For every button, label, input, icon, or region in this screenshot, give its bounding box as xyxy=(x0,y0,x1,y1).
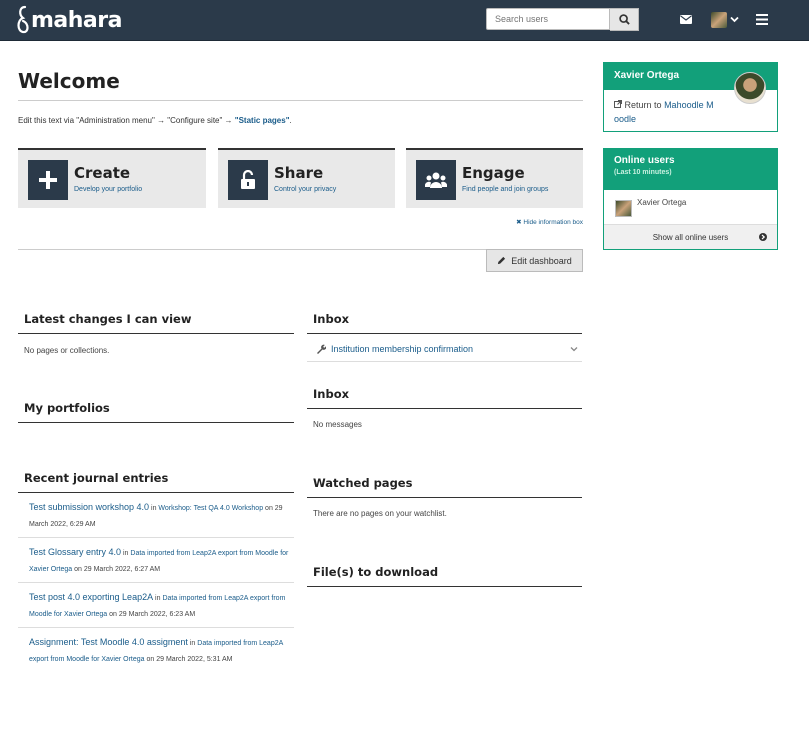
search-icon xyxy=(618,14,630,25)
inbox-item[interactable]: Institution membership confirmation xyxy=(316,342,578,356)
hamburger-icon xyxy=(756,13,768,25)
divider xyxy=(18,333,294,334)
divider xyxy=(18,627,294,628)
welcome-text-suffix: . xyxy=(289,116,292,125)
journal-entry: Test post 4.0 exporting Leap2A in Data i… xyxy=(29,589,291,623)
tile-subtitle: Develop your portfolio xyxy=(74,186,143,193)
search-button[interactable] xyxy=(610,8,639,31)
inbox-empty: No messages xyxy=(313,420,362,429)
mahara-logo[interactable]: mahara xyxy=(16,5,122,35)
user-menu-button[interactable] xyxy=(709,11,741,28)
welcome-text: Edit this text via "Administration menu"… xyxy=(18,116,292,125)
divider xyxy=(307,408,582,409)
return-prefix: Return to xyxy=(624,100,662,110)
journal-entry: Assignment: Test Moodle 4.0 assigment in… xyxy=(29,634,291,668)
arrow-circle-right-icon xyxy=(759,233,767,241)
online-users-box: Online users (Last 10 minutes) Xavier Or… xyxy=(603,148,778,250)
show-all-online-users-button[interactable]: Show all online users xyxy=(604,224,777,249)
online-users-header: Online users (Last 10 minutes) xyxy=(604,149,777,190)
divider xyxy=(307,497,582,498)
journal-entry-title[interactable]: Test submission workshop 4.0 xyxy=(29,502,149,512)
hide-information-box-link[interactable]: ✖ Hide information box xyxy=(516,218,583,226)
journal-entry-in: in xyxy=(151,505,157,512)
journal-entry-date: on 29 March 2022, 6:23 AM xyxy=(109,611,196,618)
online-user-avatar[interactable] xyxy=(615,200,632,217)
chevron-down-icon xyxy=(730,16,739,23)
return-link-block: Return to Mahoodle M oodle xyxy=(614,98,714,126)
online-user-name[interactable]: Xavier Ortega xyxy=(637,198,686,207)
page-title: Welcome xyxy=(18,69,120,93)
inbox-title: Inbox xyxy=(313,387,350,401)
latest-changes-title: Latest changes I can view xyxy=(24,312,192,326)
pencil-icon xyxy=(498,256,506,265)
tile-title: Create xyxy=(74,164,131,182)
logo-text: mahara xyxy=(31,7,122,33)
envelope-icon xyxy=(680,14,692,24)
divider xyxy=(18,100,583,101)
top-navbar: mahara xyxy=(0,0,809,41)
online-users-subtitle: (Last 10 minutes) xyxy=(614,169,672,176)
divider xyxy=(307,333,582,334)
tile-subtitle: Find people and join groups xyxy=(462,186,549,193)
create-tile[interactable]: Create Develop your portfolio xyxy=(18,148,206,208)
journal-entry-date: on 29 March 2022, 5:31 AM xyxy=(146,656,233,663)
plus-icon xyxy=(28,160,68,200)
mahara-logo-icon xyxy=(17,5,29,34)
profile-avatar[interactable] xyxy=(734,72,766,104)
files-to-download-title: File(s) to download xyxy=(313,565,439,579)
journal-entry-date: on 29 March 2022, 6:27 AM xyxy=(74,566,161,573)
divider xyxy=(18,537,294,538)
inbox-item-label[interactable]: Institution membership confirmation xyxy=(331,344,473,354)
journal-entry-title[interactable]: Test post 4.0 exporting Leap2A xyxy=(29,592,153,602)
inbox-title: Inbox xyxy=(313,312,350,326)
user-avatar xyxy=(711,11,727,28)
watched-pages-empty: There are no pages on your watchlist. xyxy=(313,509,447,518)
return-to-moodle-link-cont[interactable]: oodle xyxy=(614,114,636,124)
tile-subtitle: Control your privacy xyxy=(274,186,337,193)
unlock-icon xyxy=(228,160,268,200)
divider xyxy=(18,422,294,423)
static-pages-link[interactable]: "Static pages" xyxy=(235,116,290,125)
journal-entry-in: in xyxy=(123,550,129,557)
watched-pages-title: Watched pages xyxy=(313,476,413,490)
divider xyxy=(18,582,294,583)
edit-dashboard-button[interactable]: Edit dashboard xyxy=(486,249,583,272)
engage-tile[interactable]: Engage Find people and join groups xyxy=(406,148,583,208)
divider xyxy=(18,492,294,493)
journal-entry-title[interactable]: Test Glossary entry 4.0 xyxy=(29,547,121,557)
wrench-icon xyxy=(317,344,326,354)
online-users-title: Online users xyxy=(614,155,675,166)
share-tile[interactable]: Share Control your privacy xyxy=(218,148,395,208)
journal-entry-in: in xyxy=(189,640,196,647)
divider xyxy=(307,361,582,362)
welcome-text-prefix: Edit this text via "Administration menu"… xyxy=(18,116,235,125)
journal-entry: Test submission workshop 4.0 in Workshop… xyxy=(29,499,291,533)
journal-entry: Test Glossary entry 4.0 in Data imported… xyxy=(29,544,291,578)
recent-journal-title: Recent journal entries xyxy=(24,471,169,485)
messages-button[interactable] xyxy=(680,14,692,24)
return-to-moodle-link[interactable]: Mahoodle M xyxy=(664,100,714,110)
divider xyxy=(307,586,582,587)
tile-title: Engage xyxy=(462,164,525,182)
show-all-label: Show all online users xyxy=(652,232,729,242)
edit-dashboard-label: Edit dashboard xyxy=(511,255,572,266)
journal-entry-title[interactable]: Assignment: Test Moodle 4.0 assigment xyxy=(29,637,188,647)
profile-box: Xavier Ortega Return to Mahoodle M oodle xyxy=(603,62,778,132)
external-link-icon xyxy=(614,100,622,108)
tile-title: Share xyxy=(274,164,324,182)
chevron-down-icon[interactable] xyxy=(570,346,578,352)
journal-entry-in: in xyxy=(155,595,161,602)
main-menu-button[interactable] xyxy=(756,13,768,25)
journal-entry-group[interactable]: Workshop: Test QA 4.0 Workshop xyxy=(158,505,263,512)
users-icon xyxy=(416,160,456,200)
latest-changes-empty: No pages or collections. xyxy=(24,346,110,355)
search-users-input[interactable] xyxy=(486,8,610,30)
my-portfolios-title: My portfolios xyxy=(24,401,110,415)
